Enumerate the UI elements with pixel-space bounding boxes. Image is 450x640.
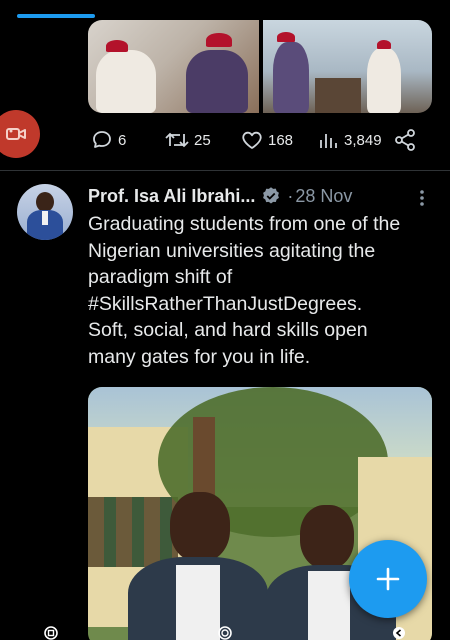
system-navigation-bar — [0, 624, 450, 640]
tweet-text-line: Soft, social, and hard skills open — [88, 319, 368, 341]
live-camera-button[interactable] — [0, 110, 40, 158]
tweet-text-line: Nigerian universities agitating the — [88, 239, 376, 262]
previous-tweet-image-2[interactable] — [263, 20, 432, 113]
back-nav-icon[interactable] — [392, 626, 406, 640]
tweet-text-line: many gates for you in life. — [88, 345, 311, 368]
verified-badge-icon — [263, 187, 280, 204]
compose-tweet-button[interactable] — [349, 540, 427, 618]
more-options-icon[interactable] — [412, 188, 432, 208]
author-name[interactable]: Prof. Isa Ali Ibrahi... — [88, 186, 255, 207]
share-icon — [395, 129, 415, 151]
header-separator: · — [287, 185, 294, 206]
heart-icon — [242, 131, 262, 149]
like-count: 168 — [268, 131, 294, 149]
tweet-header: Prof. Isa Ali Ibrahi... · 28 Nov — [88, 183, 438, 209]
retweet-button[interactable]: 25 — [164, 128, 211, 152]
previous-tweet-media[interactable] — [88, 20, 432, 113]
views-button[interactable]: 3,849 — [318, 128, 382, 152]
recents-nav-icon[interactable] — [44, 626, 58, 640]
video-camera-icon — [6, 128, 26, 140]
previous-tweet-image-1[interactable] — [88, 20, 259, 113]
reply-button[interactable]: 6 — [90, 128, 126, 152]
author-avatar[interactable] — [17, 184, 73, 240]
retweet-count: 25 — [194, 131, 211, 149]
tweet-text-line: Graduating students from one of the — [88, 213, 401, 235]
tweet-divider — [0, 170, 450, 171]
like-button[interactable]: 168 — [240, 128, 293, 152]
home-nav-icon[interactable] — [218, 626, 232, 640]
views-icon — [320, 134, 337, 148]
retweet-icon — [165, 132, 189, 148]
share-button[interactable] — [393, 128, 417, 152]
tweet-text-line: paradigm shift of — [88, 266, 233, 288]
hashtag-link[interactable]: #SkillsRatherThanJustDegrees. — [88, 291, 438, 318]
reply-icon — [93, 131, 111, 148]
tweet-text: Graduating students from one of the Nige… — [88, 211, 438, 370]
reply-count: 6 — [118, 131, 127, 149]
active-tab-indicator — [17, 14, 95, 18]
previous-tweet-actions: 6 25 168 3,849 — [88, 128, 428, 158]
tweet-date[interactable]: 28 Nov — [295, 186, 352, 207]
views-count: 3,849 — [344, 131, 382, 149]
plus-icon — [376, 567, 400, 591]
